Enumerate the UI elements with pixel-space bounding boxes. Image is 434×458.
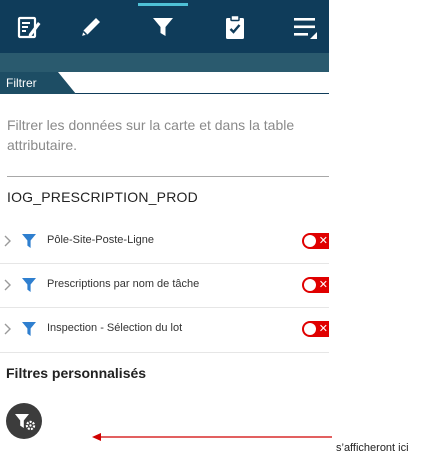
filter-toggle[interactable]: ✕ xyxy=(302,321,329,337)
clipboard-tool-button[interactable] xyxy=(206,0,264,53)
toggle-knob xyxy=(304,235,316,247)
filter-row[interactable]: Pôle-Site-Poste-Ligne ✕ xyxy=(0,220,329,264)
clipboard-check-icon xyxy=(226,14,244,39)
filter-tool-button[interactable] xyxy=(134,0,192,53)
panel-description: Filtrer les données sur la carte et dans… xyxy=(7,117,295,153)
toggle-knob xyxy=(304,323,316,335)
tab-strip: Filtrer xyxy=(0,72,329,94)
filter-label: Inspection - Sélection du lot xyxy=(47,322,183,334)
chevron-right-icon[interactable] xyxy=(3,278,13,292)
filter-settings-icon xyxy=(15,414,36,431)
toolbar-subbar xyxy=(0,53,329,72)
edit-form-icon xyxy=(17,16,41,38)
widget-toolbar xyxy=(0,0,329,53)
custom-filters-title: Filtres personnalisés xyxy=(6,365,147,381)
layer-title: IOG_PRESCRIPTION_PROD xyxy=(7,189,198,205)
annotation-note: s’afficheront ici xyxy=(336,442,409,454)
filter-toggle[interactable]: ✕ xyxy=(302,233,329,249)
close-icon: ✕ xyxy=(318,279,328,291)
menu-icon xyxy=(294,17,317,39)
chevron-right-icon[interactable] xyxy=(3,234,13,248)
filter-icon xyxy=(22,234,36,248)
filter-row[interactable]: Prescriptions par nom de tâche ✕ xyxy=(0,264,329,308)
filter-icon xyxy=(153,17,173,36)
chevron-right-icon[interactable] xyxy=(3,322,13,336)
filter-icon xyxy=(22,278,36,292)
tab-filtrer[interactable]: Filtrer xyxy=(0,72,76,94)
toggle-knob xyxy=(304,279,316,291)
filter-label: Pôle-Site-Poste-Ligne xyxy=(47,234,155,246)
pencil-icon xyxy=(82,17,100,36)
annotation-arrow xyxy=(92,433,332,441)
filter-row[interactable]: Inspection - Sélection du lot ✕ xyxy=(0,308,329,352)
add-custom-filter-button[interactable] xyxy=(6,403,42,439)
row-divider xyxy=(0,352,329,353)
description-divider xyxy=(7,176,329,177)
filter-toggle[interactable]: ✕ xyxy=(302,277,329,293)
menu-tool-button[interactable] xyxy=(276,0,334,53)
filter-icon xyxy=(22,322,36,336)
filter-label: Prescriptions par nom de tâche xyxy=(47,278,200,290)
edit-form-tool-button[interactable] xyxy=(0,0,58,53)
pencil-tool-button[interactable] xyxy=(62,0,120,53)
close-icon: ✕ xyxy=(318,323,328,335)
close-icon: ✕ xyxy=(318,235,328,247)
